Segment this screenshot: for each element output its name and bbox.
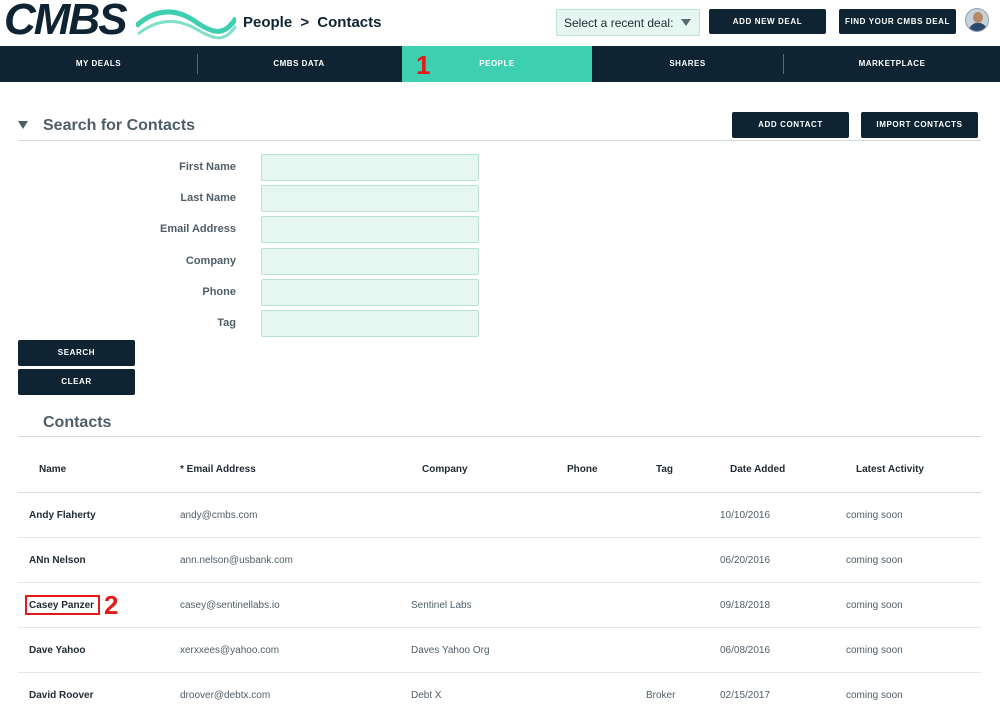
contacts-section-header: Contacts (18, 413, 981, 437)
phone-row: Phone (150, 279, 480, 306)
annotation-highlight-box (25, 595, 100, 615)
column-header-tag[interactable]: Tag (656, 464, 673, 475)
annotation-marker-1: 1 (416, 50, 431, 80)
first-name-row: First Name (150, 154, 480, 181)
nav-people[interactable]: PEOPLE (402, 46, 592, 82)
search-button[interactable]: SEARCH (18, 340, 135, 366)
column-header-date-added[interactable]: Date Added (730, 464, 785, 475)
tag-label: Tag (217, 317, 236, 329)
recent-deal-label: Select a recent deal: (564, 16, 674, 30)
contact-name[interactable]: ANn Nelson (29, 555, 86, 566)
last-name-input[interactable] (261, 185, 479, 212)
main-nav: MY DEALS CMBS DATA PEOPLE SHARES MARKETP… (0, 46, 1000, 82)
tag-input[interactable] (261, 310, 479, 337)
contact-company: Debt X (411, 690, 442, 701)
nav-cmbs-data[interactable]: CMBS DATA (198, 46, 400, 82)
search-section-title: Search for Contacts (43, 117, 196, 134)
table-row[interactable]: David Roover droover@debtx.com Debt X Br… (18, 673, 981, 715)
column-header-latest-activity[interactable]: Latest Activity (856, 464, 924, 475)
page-title: People > Contacts (243, 14, 381, 31)
breadcrumb-separator: > (300, 14, 310, 31)
contact-date-added: 06/20/2016 (720, 555, 771, 566)
phone-label: Phone (202, 286, 236, 298)
contacts-title: Contacts (43, 414, 112, 431)
column-header-email[interactable]: * Email Address (180, 464, 256, 475)
first-name-input[interactable] (261, 154, 479, 181)
contact-email: droover@debtx.com (180, 690, 271, 701)
column-header-name[interactable]: Name (39, 464, 66, 475)
contact-company: Sentinel Labs (411, 600, 472, 611)
add-new-deal-button[interactable]: ADD NEW DEAL (709, 9, 826, 34)
breadcrumb-page: Contacts (317, 14, 382, 31)
contact-date-added: 02/15/2017 (720, 690, 771, 701)
nav-my-deals[interactable]: MY DEALS (0, 46, 197, 82)
column-header-company[interactable]: Company (422, 464, 468, 475)
contact-date-added: 06/08/2016 (720, 645, 771, 656)
contact-email: xerxxees@yahoo.com (180, 645, 280, 656)
contact-latest-activity: coming soon (846, 600, 903, 611)
contact-name[interactable]: David Roover (29, 690, 93, 701)
table-row[interactable]: ANn Nelson ann.nelson@usbank.com 06/20/2… (18, 538, 981, 583)
contact-date-added: 10/10/2016 (720, 510, 771, 521)
first-name-label: First Name (179, 161, 236, 173)
email-row: Email Address (150, 216, 480, 243)
user-avatar[interactable] (965, 8, 989, 32)
contact-tag: Broker (646, 690, 676, 701)
find-cmbs-deal-button[interactable]: FIND YOUR CMBS DEAL (839, 9, 956, 34)
add-contact-button[interactable]: ADD CONTACT (732, 112, 849, 138)
contact-name[interactable]: Andy Flaherty (29, 510, 96, 521)
contact-company: Daves Yahoo Org (411, 645, 490, 656)
company-row: Company (150, 248, 480, 275)
contact-latest-activity: coming soon (846, 690, 903, 701)
contact-name[interactable]: Dave Yahoo (29, 645, 86, 656)
contact-date-added: 09/18/2018 (720, 600, 771, 611)
contact-email: andy@cmbs.com (180, 510, 258, 521)
company-label: Company (185, 255, 236, 267)
cmbs-logo[interactable]: CMBS (4, 0, 236, 44)
annotation-marker-2: 2 (104, 590, 119, 620)
contact-email: ann.nelson@usbank.com (180, 555, 293, 566)
contact-latest-activity: coming soon (846, 555, 903, 566)
table-row[interactable]: Andy Flaherty andy@cmbs.com 10/10/2016 c… (18, 493, 981, 538)
phone-input[interactable] (261, 279, 479, 306)
email-label: Email Address (159, 223, 236, 235)
nav-marketplace[interactable]: MARKETPLACE (784, 46, 1000, 82)
top-header: CMBS People > Contacts Select a recent d… (0, 0, 1000, 46)
avatar-head (973, 12, 983, 23)
contact-latest-activity: coming soon (846, 645, 903, 656)
tag-row: Tag (150, 310, 480, 337)
nav-shares[interactable]: SHARES (592, 46, 783, 82)
chevron-down-icon (681, 19, 691, 26)
column-header-phone[interactable]: Phone (567, 464, 598, 475)
last-name-row: Last Name (150, 185, 480, 212)
logo-text: CMBS (4, 0, 128, 44)
table-row[interactable]: Casey Panzer casey@sentinellabs.io Senti… (18, 583, 981, 628)
import-contacts-button[interactable]: IMPORT CONTACTS (861, 112, 978, 138)
last-name-label: Last Name (180, 192, 236, 204)
email-input[interactable] (261, 216, 479, 243)
recent-deal-select[interactable]: Select a recent deal: (556, 9, 700, 36)
avatar-body (969, 23, 987, 31)
company-input[interactable] (261, 248, 479, 275)
table-row[interactable]: Dave Yahoo xerxxees@yahoo.com Daves Yaho… (18, 628, 981, 673)
logo-wave-icon (136, 9, 236, 40)
contact-email: casey@sentinellabs.io (180, 600, 280, 611)
contact-latest-activity: coming soon (846, 510, 903, 521)
collapse-triangle-icon[interactable] (18, 121, 28, 129)
clear-button[interactable]: CLEAR (18, 369, 135, 395)
breadcrumb-section[interactable]: People (243, 14, 292, 31)
